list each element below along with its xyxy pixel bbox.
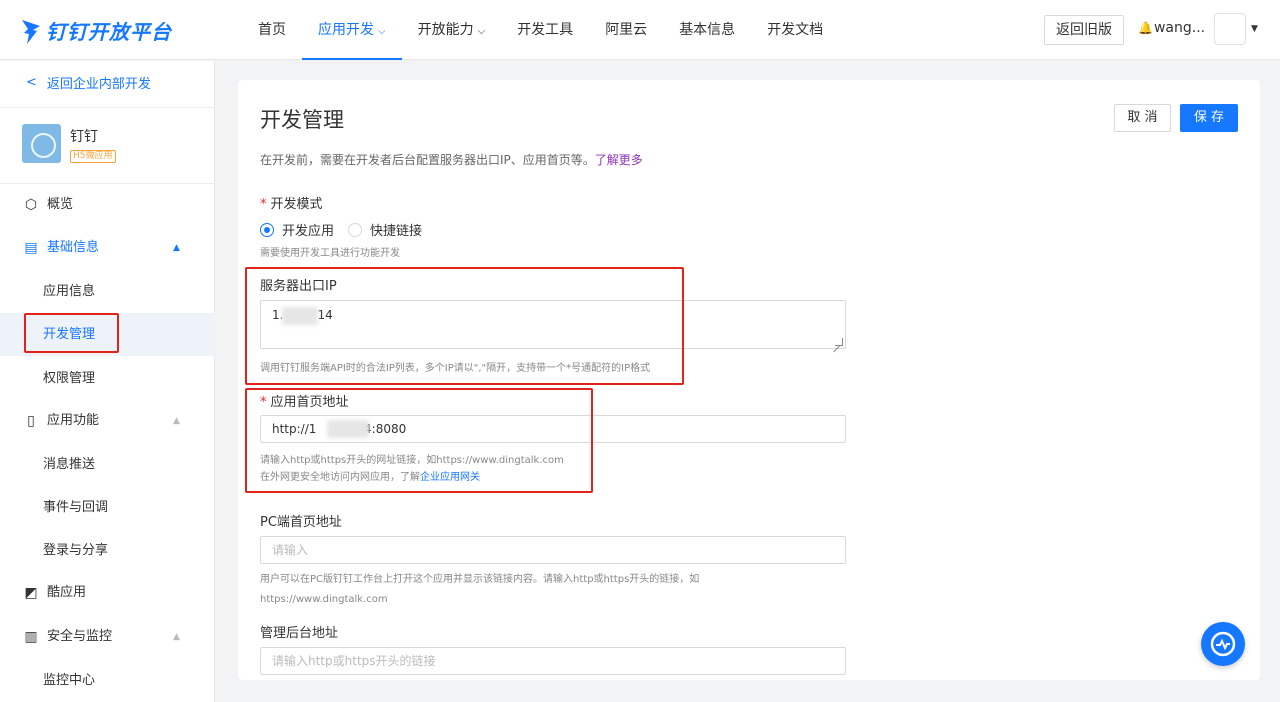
nav-home[interactable]: 首页	[242, 0, 302, 60]
document-icon: ▤	[24, 240, 38, 256]
nav-basic-info[interactable]: 基本信息	[663, 0, 751, 60]
chevron-left-icon: <	[26, 75, 37, 90]
nav-open-capability[interactable]: 开放能力 ⌵	[402, 0, 502, 60]
sidebar-item-monitor[interactable]: 监控中心	[0, 659, 215, 702]
radio-dev-app[interactable]	[260, 222, 274, 237]
user-name: wang...	[1153, 20, 1206, 36]
chevron-down-icon: ⌵	[477, 26, 486, 37]
page-title: 开发管理	[260, 108, 344, 132]
app-card: 钉钉 H5微应用	[22, 124, 116, 163]
sidebar-item-cool-app[interactable]: ◩ 酷应用	[0, 572, 215, 614]
radio-quick-link[interactable]	[348, 222, 363, 237]
caret-up-icon: ▲	[173, 416, 180, 426]
pc-homepage-hint: 用户可以在PC版钉钉工作台上打开这个应用并显示该链接内容。请输入http或htt…	[260, 574, 700, 585]
nav-app-dev[interactable]: 应用开发 ⌵	[302, 0, 402, 60]
sidebar-item-app-info[interactable]: 应用信息	[0, 270, 215, 313]
caret-down-icon[interactable]: ▼	[1251, 24, 1258, 34]
cool-app-icon: ◩	[24, 585, 38, 601]
admin-url-input[interactable]: 请输入http或https开头的链接	[260, 647, 846, 675]
save-button[interactable]: 保 存	[1180, 104, 1238, 132]
caret-up-icon: ▲	[173, 243, 180, 253]
app-name: 钉钉	[70, 129, 98, 145]
back-to-old-version-button[interactable]: 返回旧版	[1044, 15, 1124, 45]
divider	[0, 107, 215, 108]
sidebar-group-security[interactable]: ▥ 安全与监控 ▲	[0, 616, 215, 658]
nav-dev-tools[interactable]: 开发工具	[501, 0, 589, 60]
nav-aliyun[interactable]: 阿里云	[589, 0, 663, 60]
admin-url-label: 管理后台地址	[260, 626, 339, 641]
learn-more-link[interactable]: 了解更多	[595, 153, 643, 167]
bell-icon: 🔔	[1138, 21, 1153, 35]
pc-homepage-label: PC端首页地址	[260, 515, 342, 530]
logo[interactable]: 钉钉开放平台	[20, 16, 172, 45]
dingtalk-logo-icon	[22, 19, 40, 44]
app-type-badge: H5微应用	[70, 150, 116, 163]
chat-bubble-icon	[1210, 631, 1236, 657]
sidebar-item-permission[interactable]: 权限管理	[0, 357, 215, 400]
app-icon	[22, 124, 61, 163]
user-menu[interactable]: 🔔 wang...	[1138, 20, 1205, 36]
pc-homepage-hint-url: https://www.dingtalk.com	[260, 594, 388, 605]
caret-up-icon: ▲	[173, 632, 180, 642]
pc-homepage-input[interactable]: 请输入	[260, 536, 846, 564]
highlight-box-homepage	[245, 388, 593, 493]
avatar[interactable]	[1214, 13, 1246, 45]
nav-dev-docs[interactable]: 开发文档	[751, 0, 839, 60]
resize-grip-icon[interactable]	[835, 338, 843, 346]
sidebar: < 返回企业内部开发 钉钉 H5微应用 ⬡ 概览 ▤ 基础信息 ▲ 应用信息 开…	[0, 61, 215, 702]
highlight-box	[24, 313, 119, 353]
required-mark: *	[260, 197, 267, 212]
dev-mode-label: * 开发模式	[260, 197, 323, 212]
dev-mode-radio-group: 开发应用 快捷链接	[260, 220, 436, 239]
highlight-box-server-ip	[245, 267, 684, 385]
sidebar-item-message-push[interactable]: 消息推送	[0, 443, 215, 486]
dev-mode-hint: 需要使用开发工具进行功能开发	[260, 248, 400, 259]
back-to-internal-dev-link[interactable]: < 返回企业内部开发	[26, 73, 151, 92]
sidebar-item-login-share[interactable]: 登录与分享	[0, 529, 215, 572]
sidebar-item-overview[interactable]: ⬡ 概览	[0, 184, 215, 226]
sidebar-group-basic-info[interactable]: ▤ 基础信息 ▲	[0, 227, 215, 269]
main-nav: 首页 应用开发 ⌵ 开放能力 ⌵ 开发工具 阿里云 基本信息 开发文档	[242, 0, 839, 60]
bar-chart-icon: ▥	[24, 629, 38, 645]
cube-icon: ⬡	[24, 197, 38, 213]
top-header: 钉钉开放平台 首页 应用开发 ⌵ 开放能力 ⌵ 开发工具 阿里云 基本信息 开发文档…	[0, 0, 1280, 60]
phone-icon: ▯	[27, 413, 35, 429]
logo-text: 钉钉开放平台	[46, 20, 172, 44]
sidebar-group-app-function[interactable]: ▯ 应用功能 ▲	[0, 400, 215, 442]
help-assistant-button[interactable]	[1201, 622, 1245, 666]
intro-text: 在开发前，需要在开发者后台配置服务器出口IP、应用首页等。了解更多	[260, 153, 643, 167]
sidebar-item-event-callback[interactable]: 事件与回调	[0, 486, 215, 529]
chevron-down-icon: ⌵	[378, 26, 386, 37]
cancel-button[interactable]: 取 消	[1114, 104, 1171, 132]
